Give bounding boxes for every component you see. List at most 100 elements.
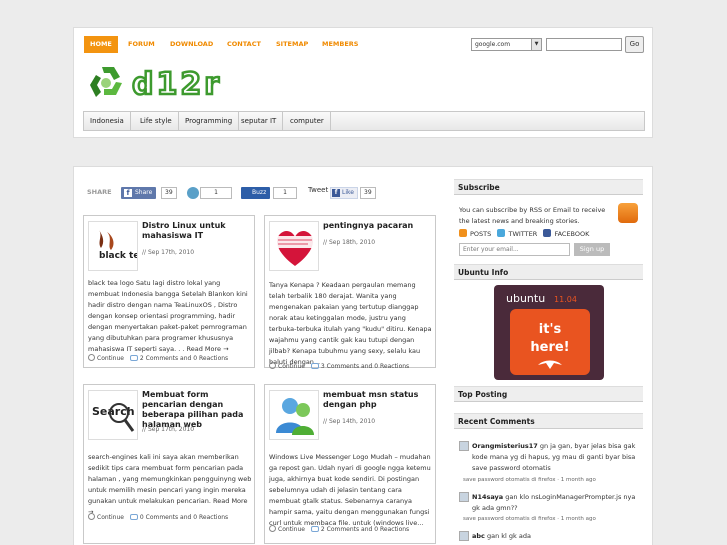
ubuntu-version: 11.04 [554, 295, 577, 304]
post-footer: Continue 2 Comments and 0 Reactions [269, 525, 409, 533]
site-logo[interactable]: d12r [84, 61, 274, 105]
post-title[interactable]: pentingnya pacaran [323, 221, 433, 231]
share-counter-count: 1 [200, 187, 232, 199]
post-thumbnail[interactable] [269, 390, 319, 440]
share-counter-icon[interactable] [187, 187, 199, 199]
continue-link[interactable]: Continue [278, 363, 305, 370]
ubuntu-ad-line2: here! [530, 340, 569, 355]
subscribe-links: POSTS TWITTER FACEBOOK [459, 229, 644, 240]
rss-icon[interactable] [618, 203, 638, 223]
comment-item: N14saya gan klo nsLoginManagerPrompter.j… [459, 492, 644, 528]
ubuntu-ad-banner[interactable]: ubuntu 11.04 it's here! [494, 285, 604, 380]
search-input[interactable] [546, 38, 622, 51]
comment-icon [129, 514, 138, 520]
buzz-label: Buzz [252, 189, 267, 196]
facebook-share-count: 39 [161, 187, 177, 199]
comments-link[interactable]: 2 Comments and 0 Reactions [140, 355, 228, 362]
post-excerpt: Windows Live Messenger Logo Mudah – muda… [269, 453, 431, 527]
post-title[interactable]: membuat msn status dengan php [323, 390, 433, 410]
facebook-icon [543, 229, 552, 237]
post-card: pentingnya pacaran // Sep 18th, 2010 Tan… [264, 215, 436, 370]
nav-contact[interactable]: CONTACT [221, 36, 267, 53]
tweet-button[interactable]: Tweet [308, 186, 328, 194]
post-thumbnail[interactable] [269, 221, 319, 271]
cat-programming[interactable]: Programming [179, 112, 240, 130]
continue-link[interactable]: Continue [97, 355, 124, 362]
post-footer: Continue 0 Comments and 0 Reactions [88, 513, 228, 521]
site-header: HOME FORUM DOWNLOAD CONTACT SITEMAP MEMB… [73, 27, 653, 138]
comment-item: abc gan kl gk ada [459, 531, 644, 545]
cat-life-style[interactable]: Life style [134, 112, 179, 130]
comment-meta[interactable]: save password otomatis di firefox · 1 mo… [463, 477, 596, 483]
ubuntu-release-banner-icon: ubuntu 11.04 it's here! [494, 285, 604, 380]
twitter-icon [497, 229, 506, 237]
post-title[interactable]: Membuat form pencarian dengan beberapa p… [142, 390, 252, 430]
continue-icon [269, 525, 276, 532]
cat-indonesia[interactable]: Indonesia [84, 112, 131, 130]
post-date: // Sep 17th, 2010 [142, 426, 195, 433]
post-footer: Continue 3 Comments and 0 Reactions [269, 362, 409, 370]
search-go-button[interactable]: Go [625, 36, 644, 53]
buzz-button[interactable]: Buzz [241, 187, 271, 199]
nav-members[interactable]: MEMBERS [316, 36, 364, 53]
top-posting-heading: Top Posting [454, 386, 643, 402]
comment-icon [310, 526, 319, 532]
comment-icon [310, 363, 319, 369]
facebook-share-button[interactable]: f Share [121, 187, 157, 199]
post-title[interactable]: Distro Linux untuk mahasiswa IT [142, 221, 252, 241]
rss-small-icon [459, 229, 467, 237]
comment-body: Orangmisterius17 gn ja gan, byar jelas b… [472, 441, 644, 474]
comment-author[interactable]: abc [472, 532, 485, 540]
msn-messenger-icon [276, 398, 314, 435]
continue-link[interactable]: Continue [97, 514, 124, 521]
nav-sitemap[interactable]: SITEMAP [270, 36, 314, 53]
recycle-logo-icon: d12r [90, 66, 220, 103]
search-engine-select[interactable]: google.com ▼ [471, 38, 542, 51]
comments-link[interactable]: 2 Comments and 0 Reactions [321, 526, 409, 533]
post-card: Search Membuat form pencarian dengan beb… [83, 384, 255, 544]
posts-link[interactable]: POSTS [470, 230, 491, 238]
avatar [459, 531, 469, 541]
comment-body: abc gan kl gk ada [472, 531, 644, 542]
main-content: SHARE f Share 39 1 Buzz 1 Tweet f Like 39 … [73, 166, 653, 545]
category-navigation: Indonesia Life style Programming seputar… [83, 111, 645, 131]
cat-computer[interactable]: computer [284, 112, 331, 130]
cat-seputar-it[interactable]: seputar IT [235, 112, 284, 130]
continue-icon [88, 513, 95, 520]
like-count: 39 [360, 187, 376, 199]
post-thumbnail[interactable]: black tea [88, 221, 138, 271]
comment-author[interactable]: N14saya [472, 493, 503, 501]
search-magnifier-icon: Search [92, 403, 135, 432]
post-footer: Continue 2 Comments and 0 Reactions [88, 354, 228, 362]
comment-author[interactable]: Orangmisterius17 [472, 442, 538, 450]
continue-link[interactable]: Continue [278, 526, 305, 533]
comment-text[interactable]: gan kl gk ada [487, 532, 531, 540]
facebook-like-button[interactable]: f Like [330, 187, 358, 199]
comment-icon [129, 355, 138, 361]
post-card: membuat msn status dengan php // Sep 14t… [264, 384, 436, 544]
avatar [459, 492, 469, 502]
facebook-icon: f [332, 189, 340, 197]
sign-up-button[interactable]: Sign up [574, 243, 610, 256]
black-tea-logo-icon: black tea [99, 230, 137, 261]
subscribe-heading: Subscribe [454, 179, 643, 195]
ubuntu-brand: ubuntu [506, 292, 545, 305]
comment-meta[interactable]: save password otomatis di firefox · 1 mo… [463, 516, 596, 522]
comments-link[interactable]: 3 Comments and 0 Reactions [321, 363, 409, 370]
share-label: SHARE [87, 188, 112, 196]
ubuntu-info-heading: Ubuntu Info [454, 264, 643, 280]
ubuntu-ad-line1: it's [539, 322, 562, 337]
share-bar: SHARE f Share 39 1 Buzz 1 Tweet f Like 39 [87, 185, 447, 201]
post-date: // Sep 14th, 2010 [323, 418, 376, 425]
post-thumbnail[interactable]: Search [88, 390, 138, 440]
facebook-link[interactable]: FACEBOOK [554, 230, 589, 238]
nav-download[interactable]: DOWNLOAD [164, 36, 219, 53]
nav-home[interactable]: HOME [84, 36, 118, 53]
twitter-link[interactable]: TWITTER [508, 230, 537, 238]
nav-forum[interactable]: FORUM [122, 36, 161, 53]
recent-comments-heading: Recent Comments [454, 413, 643, 429]
continue-icon [88, 354, 95, 361]
comments-link[interactable]: 0 Comments and 0 Reactions [140, 514, 228, 521]
email-field[interactable]: Enter your email... [459, 243, 570, 256]
buzz-count: 1 [273, 187, 297, 199]
